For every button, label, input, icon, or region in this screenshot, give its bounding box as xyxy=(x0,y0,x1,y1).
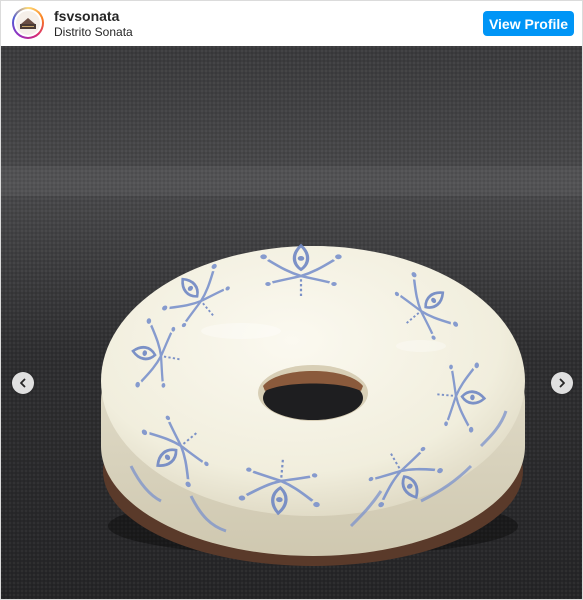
post-header: fsvsonata Distrito Sonata View Profile xyxy=(1,1,582,46)
donut-photo xyxy=(1,46,582,599)
shop-logo-icon xyxy=(16,11,40,35)
avatar-image xyxy=(14,9,42,37)
view-profile-button[interactable]: View Profile xyxy=(483,11,574,36)
previous-button[interactable] xyxy=(12,372,34,394)
location-link[interactable]: Distrito Sonata xyxy=(54,25,133,39)
chevron-left-icon xyxy=(20,378,26,388)
post-media[interactable] xyxy=(1,46,582,599)
next-button[interactable] xyxy=(551,372,573,394)
chevron-right-icon xyxy=(559,378,565,388)
username-link[interactable]: fsvsonata xyxy=(54,8,119,24)
avatar[interactable] xyxy=(12,7,44,39)
instagram-embed: fsvsonata Distrito Sonata View Profile xyxy=(0,0,583,600)
